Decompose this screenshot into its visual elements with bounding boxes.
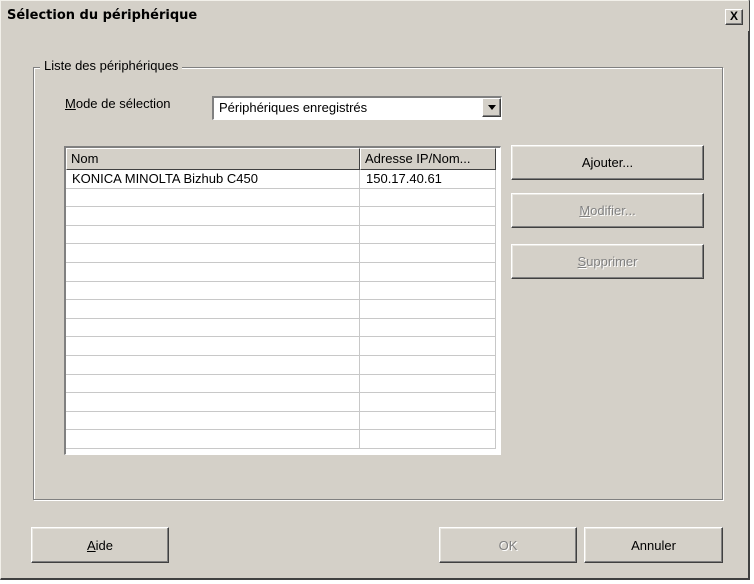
selection-mode-value: Périphériques enregistrés <box>219 100 368 115</box>
cell-device-ip <box>360 300 496 319</box>
delete-button[interactable]: Supprimer <box>511 244 704 279</box>
table-row[interactable] <box>66 244 500 263</box>
cell-device-ip <box>360 244 496 263</box>
table-row[interactable] <box>66 374 500 394</box>
cell-device-ip <box>360 262 496 282</box>
cell-device-ip <box>360 374 496 394</box>
cell-device-ip <box>360 318 496 338</box>
cell-device-ip <box>360 337 496 356</box>
table-row[interactable] <box>66 430 500 449</box>
cell-device-ip: 150.17.40.61 <box>360 170 496 189</box>
table-row[interactable] <box>66 318 500 338</box>
cell-device-ip <box>360 281 496 301</box>
cell-device-ip <box>360 355 496 375</box>
table-row[interactable] <box>66 355 500 375</box>
device-list-body: KONICA MINOLTA Bizhub C450 150.17.40.61 <box>66 170 500 449</box>
cancel-button[interactable]: Annuler <box>584 527 723 563</box>
dropdown-arrow-icon[interactable] <box>482 98 501 117</box>
cell-device-name <box>66 355 360 375</box>
window-title: Sélection du périphérique <box>7 8 198 23</box>
table-row[interactable] <box>66 411 500 431</box>
close-icon[interactable]: X <box>725 9 743 25</box>
device-list-header: Nom Adresse IP/Nom... <box>66 148 500 170</box>
cell-device-ip <box>360 188 496 208</box>
table-row[interactable] <box>66 337 500 356</box>
add-button[interactable]: Ajouter... <box>511 145 704 180</box>
cell-device-name <box>66 188 360 208</box>
column-header-ip[interactable]: Adresse IP/Nom... <box>360 148 496 170</box>
cell-device-name <box>66 411 360 431</box>
table-row[interactable] <box>66 225 500 245</box>
cell-device-name <box>66 225 360 245</box>
cell-device-ip <box>360 393 496 412</box>
cell-device-name <box>66 281 360 301</box>
table-row[interactable] <box>66 281 500 301</box>
cell-device-name: KONICA MINOLTA Bizhub C450 <box>66 170 360 189</box>
help-button[interactable]: Aide <box>31 527 169 563</box>
cell-device-name <box>66 244 360 263</box>
title-bar: Sélection du périphérique X <box>1 1 749 31</box>
table-row[interactable] <box>66 393 500 412</box>
table-row[interactable]: KONICA MINOLTA Bizhub C450 150.17.40.61 <box>66 170 500 189</box>
cell-device-name <box>66 318 360 338</box>
cell-device-name <box>66 262 360 282</box>
table-row[interactable] <box>66 188 500 208</box>
cell-device-ip <box>360 225 496 245</box>
selection-mode-dropdown[interactable]: Périphériques enregistrés <box>212 96 502 120</box>
cell-device-name <box>66 207 360 226</box>
device-list[interactable]: Nom Adresse IP/Nom... KONICA MINOLTA Biz… <box>64 146 501 455</box>
cell-device-ip <box>360 430 496 449</box>
column-header-name[interactable]: Nom <box>66 148 360 170</box>
cell-device-name <box>66 300 360 319</box>
cell-device-name <box>66 393 360 412</box>
cell-device-ip <box>360 207 496 226</box>
cell-device-name <box>66 337 360 356</box>
group-label: Liste des périphériques <box>40 58 183 73</box>
ok-button[interactable]: OK <box>439 527 577 563</box>
table-row[interactable] <box>66 262 500 282</box>
cell-device-name <box>66 430 360 449</box>
modify-button[interactable]: Modifier... <box>511 193 704 228</box>
cell-device-ip <box>360 411 496 431</box>
cell-device-name <box>66 374 360 394</box>
selection-mode-label: Mode de sélection <box>65 96 171 111</box>
table-row[interactable] <box>66 207 500 226</box>
table-row[interactable] <box>66 300 500 319</box>
